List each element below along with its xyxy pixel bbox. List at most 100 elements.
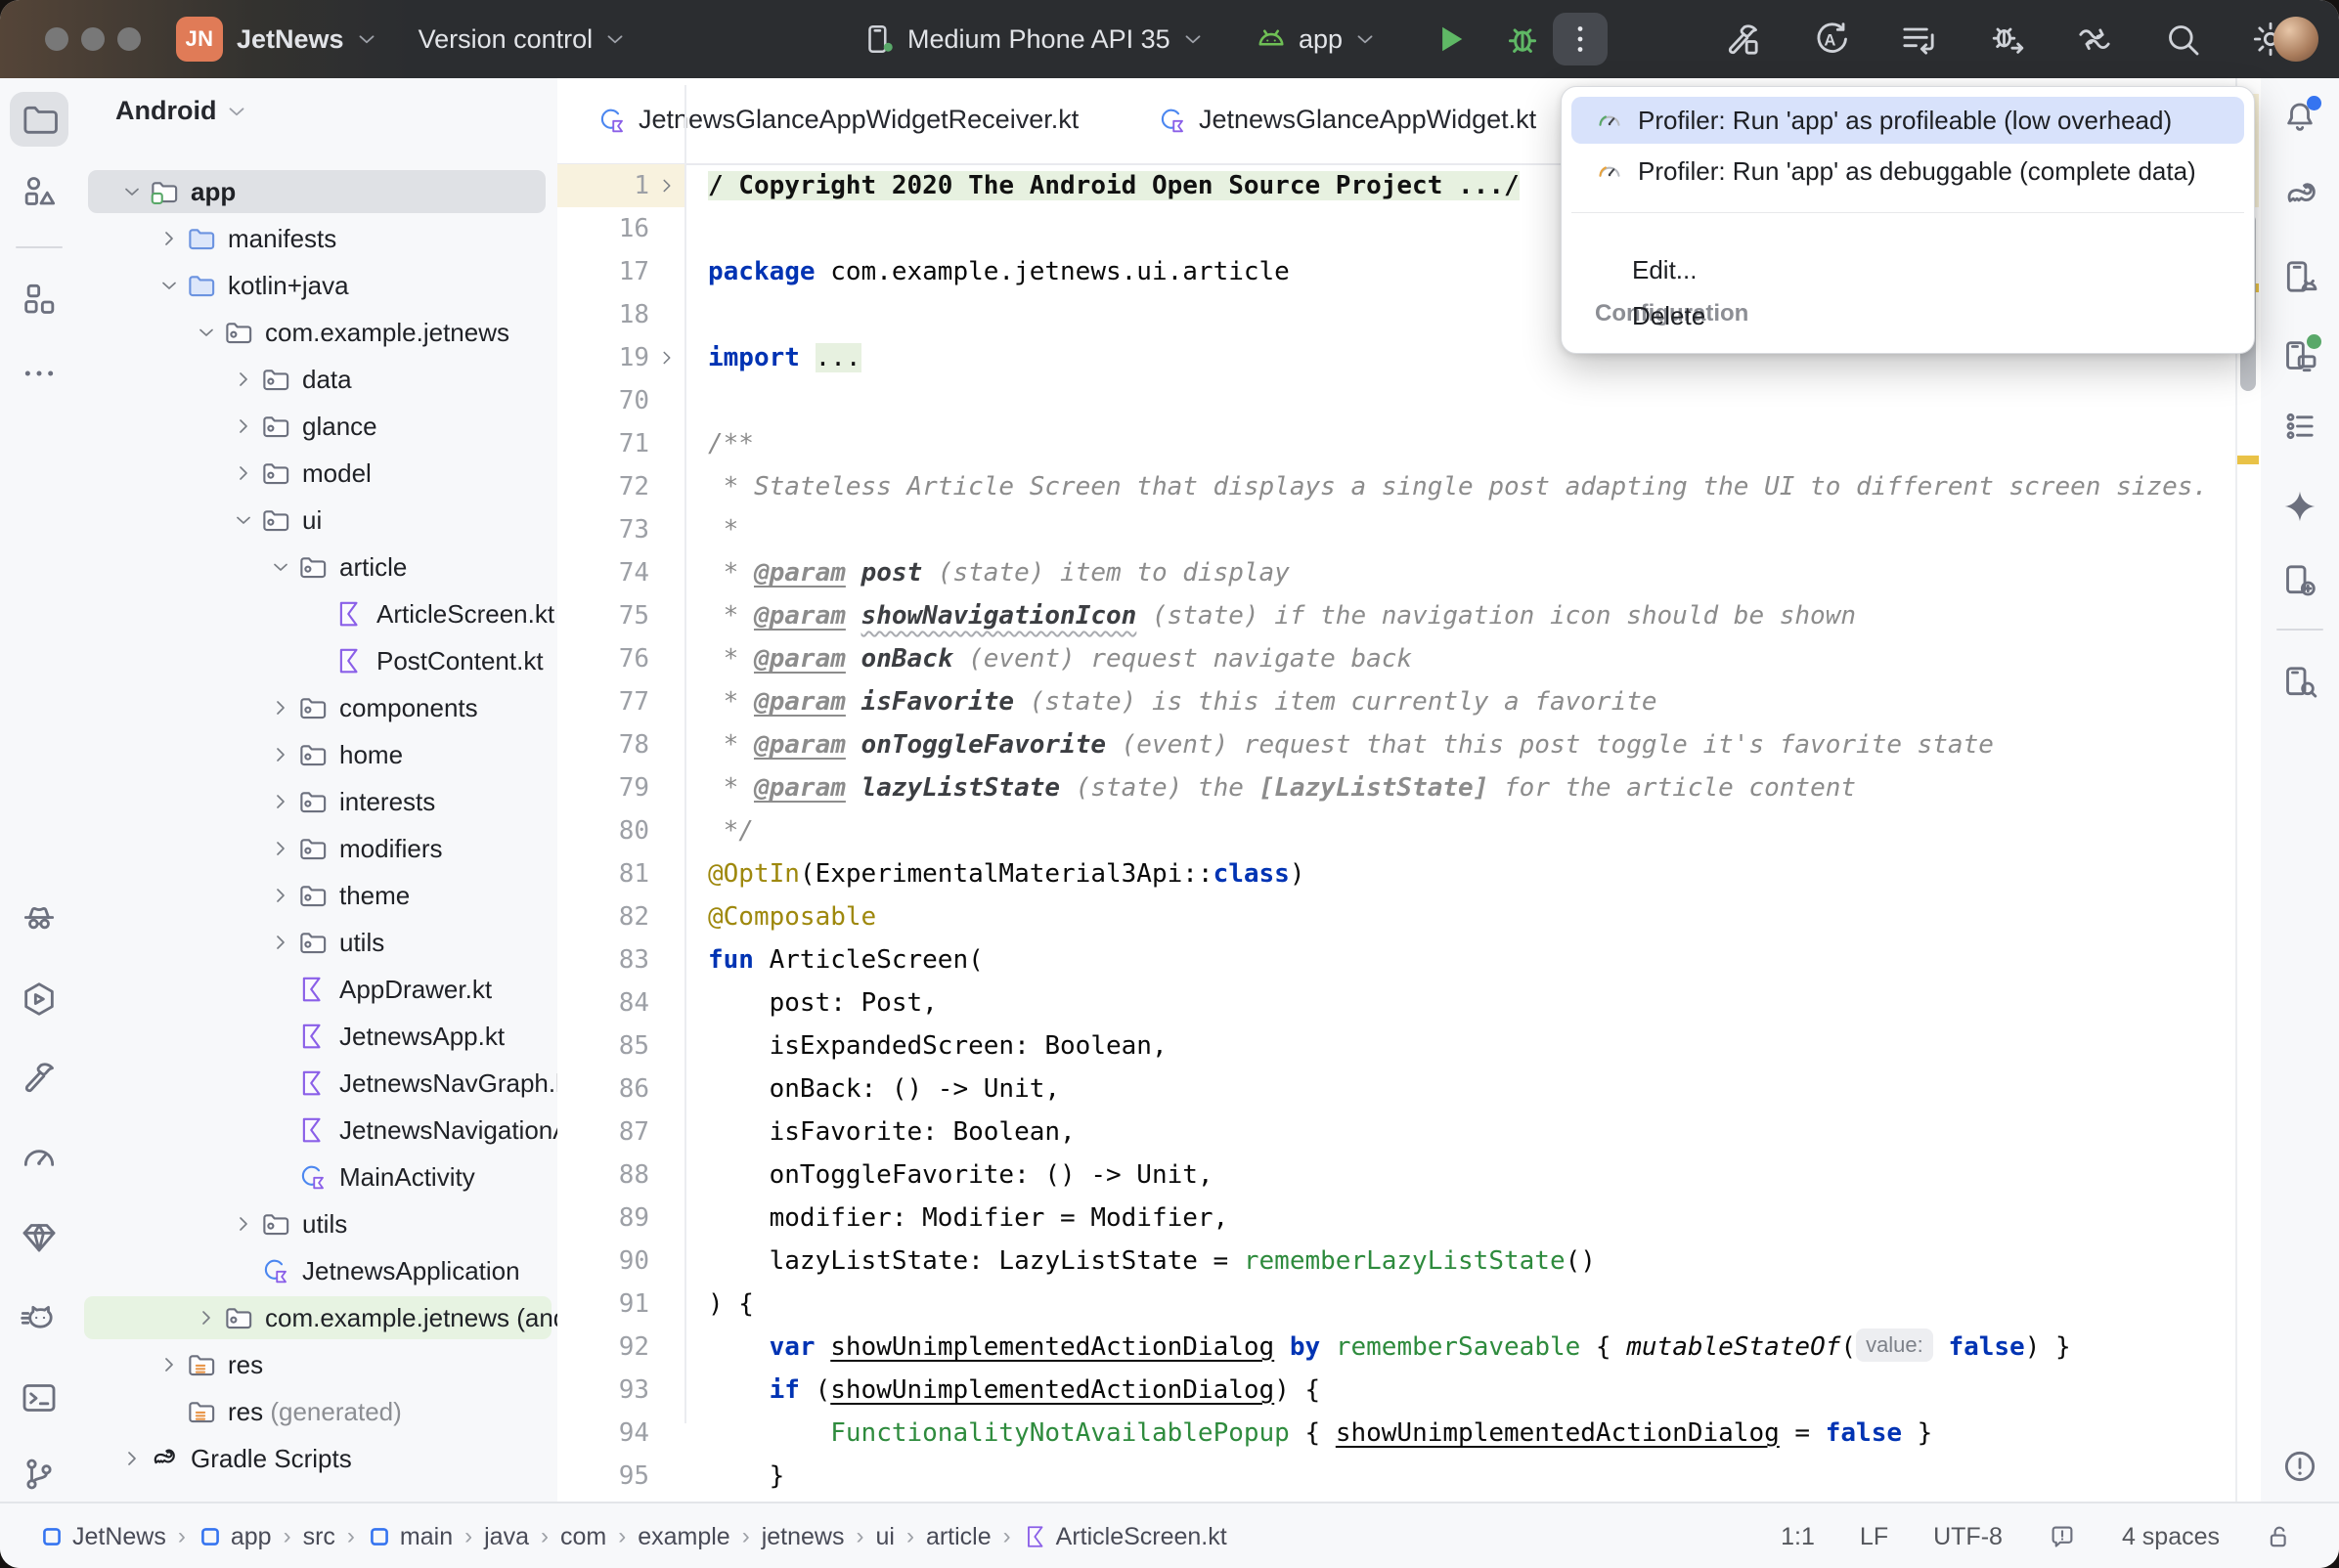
chevron-down-icon[interactable] <box>227 505 260 535</box>
chevron-right-icon[interactable] <box>264 740 297 769</box>
tree-item-app[interactable]: app <box>78 168 557 215</box>
device-selector[interactable]: Medium Phone API 35 <box>862 22 1206 57</box>
popup-action-delete[interactable]: Delete <box>1632 293 2219 338</box>
build-hammer-icon[interactable] <box>1723 20 1762 59</box>
terminal-icon[interactable] <box>10 1371 68 1425</box>
breadcrumb-src[interactable]: src <box>303 1523 335 1551</box>
tree-item-components[interactable]: components <box>78 684 557 731</box>
device-explorer-icon[interactable] <box>2271 655 2329 710</box>
running-devices-icon[interactable] <box>2271 328 2329 383</box>
tree-item-gradle-scripts[interactable]: Gradle Scripts <box>78 1435 557 1482</box>
chevron-right-icon[interactable] <box>227 365 260 394</box>
chevron-down-icon[interactable] <box>153 271 186 300</box>
more-tool-windows-icon[interactable] <box>10 346 68 401</box>
notification-bubble-icon[interactable] <box>2048 1522 2077 1551</box>
breadcrumb-ui[interactable]: ui <box>875 1523 894 1551</box>
build-icon[interactable] <box>10 1050 68 1105</box>
close-window-icon[interactable] <box>45 27 68 51</box>
run-configs-icon[interactable] <box>1899 20 1938 59</box>
editor-tab-jetnewsglanceappwidgetreceiver.kt[interactable]: JetnewsGlanceAppWidgetReceiver.kt <box>596 78 1079 161</box>
chevron-right-icon[interactable] <box>264 928 297 957</box>
tree-item-res[interactable]: res (generated) <box>78 1388 557 1435</box>
zoom-window-icon[interactable] <box>117 27 141 51</box>
more-run-actions-button[interactable] <box>1553 13 1608 65</box>
tree-item-jetnewsapp-kt[interactable]: JetnewsApp.kt <box>78 1013 557 1060</box>
tree-item-utils[interactable]: utils <box>78 1200 557 1247</box>
run-button[interactable] <box>1430 19 1471 60</box>
breadcrumb-article[interactable]: article <box>926 1523 992 1551</box>
tree-item-postcontent-kt[interactable]: PostContent.kt <box>78 637 557 684</box>
tree-item-com-example-jetnews-androidtest-[interactable]: com.example.jetnews (androidTest) <box>78 1294 557 1341</box>
chevron-right-icon[interactable] <box>227 458 260 488</box>
tree-item-jetnewsnavgraph-kt[interactable]: JetnewsNavGraph.kt <box>78 1060 557 1107</box>
profiler-icon[interactable] <box>10 1130 68 1185</box>
tree-item-article[interactable]: article <box>78 544 557 590</box>
chevron-down-icon[interactable] <box>264 552 297 582</box>
chevron-right-icon[interactable] <box>264 693 297 722</box>
tree-item-appdrawer-kt[interactable]: AppDrawer.kt <box>78 966 557 1013</box>
chevron-right-icon[interactable] <box>264 881 297 910</box>
problems-icon[interactable] <box>2271 1439 2329 1494</box>
search-everywhere-icon[interactable] <box>2163 20 2202 59</box>
project-view-selector[interactable]: Android <box>115 96 249 126</box>
chevron-right-icon[interactable] <box>190 1303 223 1332</box>
breadcrumb-jetnews[interactable]: JetNews <box>39 1523 166 1551</box>
run-config-selector[interactable]: app <box>1254 22 1378 57</box>
tree-item-interests[interactable]: interests <box>78 778 557 825</box>
attach-debugger-icon[interactable] <box>1987 20 2026 59</box>
tree-item-manifests[interactable]: manifests <box>78 215 557 262</box>
breadcrumb-jetnews[interactable]: jetnews <box>762 1523 845 1551</box>
chevron-down-icon[interactable] <box>190 318 223 347</box>
services-icon[interactable] <box>10 972 68 1026</box>
warning-stripe-mark[interactable] <box>2237 456 2259 464</box>
chevron-down-icon[interactable] <box>115 177 149 206</box>
device-streaming-icon[interactable] <box>2075 20 2114 59</box>
tree-item-kotlin-java[interactable]: kotlin+java <box>78 262 557 309</box>
version-control-icon[interactable] <box>10 1447 68 1502</box>
chevron-right-icon[interactable] <box>153 1350 186 1379</box>
chevron-right-icon[interactable] <box>115 1444 149 1473</box>
breadcrumb-com[interactable]: com <box>560 1523 606 1551</box>
app-quality-insights-icon[interactable] <box>10 1210 68 1265</box>
chevron-right-icon[interactable] <box>227 412 260 441</box>
popup-action-edit[interactable]: Edit... <box>1632 247 2219 292</box>
tree-item-utils[interactable]: utils <box>78 919 557 966</box>
tree-item-data[interactable]: data <box>78 356 557 403</box>
breadcrumb-app[interactable]: app <box>198 1523 272 1551</box>
tree-item-mainactivity[interactable]: MainActivity <box>78 1154 557 1200</box>
app-links-assistant-icon[interactable] <box>2271 553 2329 608</box>
gradle-icon[interactable] <box>2271 168 2329 223</box>
window-controls[interactable] <box>45 27 154 51</box>
minimize-window-icon[interactable] <box>81 27 105 51</box>
tree-item-articlescreen-kt[interactable]: ArticleScreen.kt <box>78 590 557 637</box>
tree-item-model[interactable]: model <box>78 450 557 497</box>
caret-position[interactable]: 1:1 <box>1781 1523 1815 1551</box>
tree-item-modifiers[interactable]: modifiers <box>78 825 557 872</box>
sync-a-icon[interactable]: A <box>1811 20 1850 59</box>
breadcrumb-articlescreen.kt[interactable]: ArticleScreen.kt <box>1023 1523 1227 1551</box>
app-inspection-icon[interactable] <box>10 890 68 944</box>
tree-item-glance[interactable]: glance <box>78 403 557 450</box>
logcat-icon[interactable] <box>10 1290 68 1345</box>
fold-chevron-icon[interactable] <box>649 164 684 207</box>
project-selector[interactable]: JetNews <box>237 24 379 55</box>
chevron-right-icon[interactable] <box>264 787 297 816</box>
breadcrumb-main[interactable]: main <box>367 1523 453 1551</box>
editor-tab-jetnewsglanceappwidget.kt[interactable]: JetnewsGlanceAppWidget.kt <box>1157 78 1536 161</box>
tree-item-ui[interactable]: ui <box>78 497 557 544</box>
tree-item-com-example-jetnews[interactable]: com.example.jetnews <box>78 309 557 356</box>
tree-item-home[interactable]: home <box>78 731 557 778</box>
line-ending[interactable]: LF <box>1860 1523 1888 1551</box>
file-encoding[interactable]: UTF-8 <box>1933 1523 2003 1551</box>
indent-setting[interactable]: 4 spaces <box>2122 1523 2220 1551</box>
user-avatar[interactable] <box>2273 17 2318 62</box>
chevron-right-icon[interactable] <box>153 224 186 253</box>
tree-item-jetnewsnavigationactions-kt[interactable]: JetnewsNavigationActions.kt <box>78 1107 557 1154</box>
task-list-icon[interactable] <box>2271 399 2329 454</box>
project-tool-icon[interactable] <box>10 92 68 147</box>
notifications-icon[interactable] <box>2271 90 2329 145</box>
chevron-right-icon[interactable] <box>227 1209 260 1239</box>
lock-open-icon[interactable] <box>2265 1522 2294 1551</box>
chevron-right-icon[interactable] <box>264 834 297 863</box>
tree-item-jetnewsapplication[interactable]: JetnewsApplication <box>78 1247 557 1294</box>
